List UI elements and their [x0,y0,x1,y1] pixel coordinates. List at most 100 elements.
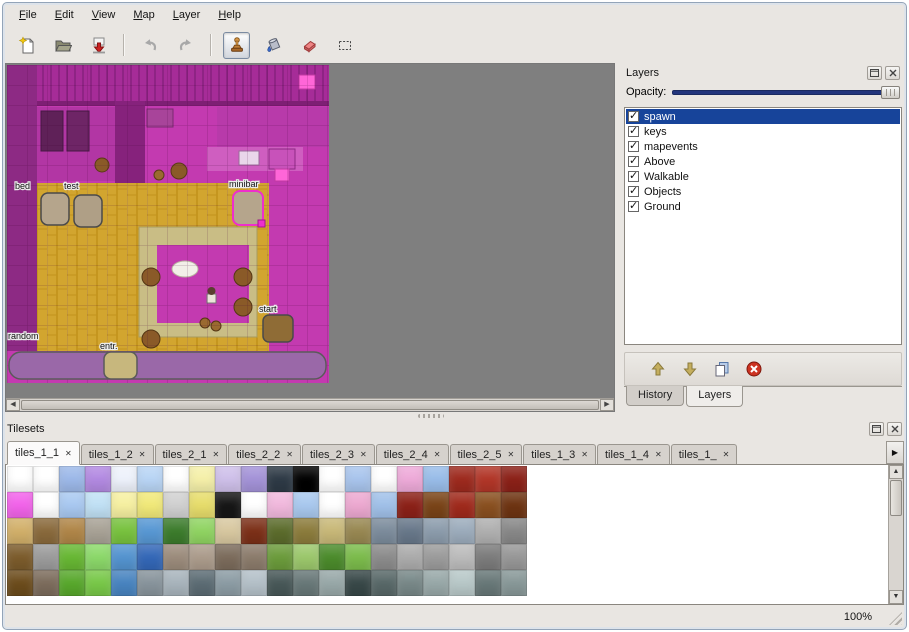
tileset-tile[interactable] [475,544,501,570]
tileset-tile[interactable] [293,466,319,492]
tileset-tile[interactable] [215,492,241,518]
resize-grip[interactable] [889,612,902,625]
layer-visibility-checkbox[interactable] [628,201,639,212]
menu-map[interactable]: Map [125,6,162,24]
tileset-tile[interactable] [267,570,293,596]
tileset-tab-tiles_2_3[interactable]: tiles_2_3✕ [302,444,375,464]
tileset-tile[interactable] [215,518,241,544]
tileset-tile[interactable] [345,544,371,570]
tileset-tile[interactable] [85,518,111,544]
tileset-vertical-scrollbar[interactable]: ▲ ▼ [888,465,903,604]
close-panel-button[interactable] [885,66,900,80]
tileset-tile[interactable] [293,492,319,518]
map-canvas[interactable]: bed test minibar start entr. random [7,65,329,383]
tileset-tile[interactable] [85,492,111,518]
scroll-up-icon[interactable]: ▲ [889,465,903,479]
tileset-tile[interactable] [397,570,423,596]
tileset-tile[interactable] [85,466,111,492]
tileset-tile[interactable] [423,544,449,570]
tileset-tile[interactable] [7,466,33,492]
tileset-tab-tiles_1_3[interactable]: tiles_1_3✕ [523,444,596,464]
tab-close-icon[interactable]: ✕ [139,450,146,459]
tileset-tile[interactable] [501,492,527,518]
tileset-tile[interactable] [111,492,137,518]
tileset-tile[interactable] [189,570,215,596]
layer-row-keys[interactable]: keys [626,124,900,139]
tileset-tab-tiles_1_2[interactable]: tiles_1_2✕ [81,444,154,464]
spawn-object-test[interactable] [74,195,102,227]
tileset-tile[interactable] [267,492,293,518]
tileset-tab-tiles_1_1[interactable]: tiles_1_1✕ [7,441,80,465]
spawn-object-start[interactable] [263,315,293,342]
tileset-tile[interactable] [345,466,371,492]
tileset-tab-tiles_2_5[interactable]: tiles_2_5✕ [450,444,523,464]
tileset-tile[interactable] [7,570,33,596]
tileset-tile[interactable] [475,492,501,518]
scroll-right-icon[interactable]: ▶ [600,399,614,411]
scrollbar-handle[interactable] [21,400,599,410]
tileset-tile[interactable] [111,570,137,596]
tileset-tab-tiles_2_2[interactable]: tiles_2_2✕ [228,444,301,464]
tileset-tile[interactable] [449,544,475,570]
tileset-tile[interactable] [319,570,345,596]
scrollbar-handle[interactable] [890,480,902,516]
tileset-tile[interactable] [345,570,371,596]
tileset-tab-tiles_2_4[interactable]: tiles_2_4✕ [376,444,449,464]
tileset-tile[interactable] [267,466,293,492]
layer-row-ground[interactable]: Ground [626,199,900,214]
tileset-tile[interactable] [137,544,163,570]
tileset-tile[interactable] [267,544,293,570]
tab-close-icon[interactable]: ✕ [723,450,730,459]
tileset-tile[interactable] [33,466,59,492]
tileset-tile[interactable] [241,492,267,518]
float-panel-button[interactable] [867,66,882,80]
layer-row-spawn[interactable]: spawn [626,109,900,124]
tileset-tile[interactable] [59,518,85,544]
tileset-tile[interactable] [449,570,475,596]
tileset-tile[interactable] [371,466,397,492]
tileset-tile[interactable] [319,466,345,492]
tileset-tile[interactable] [163,466,189,492]
tileset-tile[interactable] [449,518,475,544]
tileset-tile[interactable] [137,518,163,544]
spawn-object-entrance[interactable] [104,352,137,379]
tileset-tile[interactable] [111,518,137,544]
delete-layer-button[interactable] [743,358,765,380]
tileset-tile[interactable] [33,570,59,596]
tileset-tile[interactable] [59,544,85,570]
spawn-object-bed[interactable] [41,193,69,225]
tab-close-icon[interactable]: ✕ [655,450,662,459]
tab-history[interactable]: History [626,386,684,406]
save-map-button[interactable] [85,32,112,59]
tileset-tile[interactable] [111,544,137,570]
tileset-tile[interactable] [267,518,293,544]
tileset-tile[interactable] [397,544,423,570]
tileset-tile[interactable] [33,544,59,570]
layer-row-above[interactable]: Above [626,154,900,169]
fill-tool-button[interactable] [259,32,286,59]
tileset-tile[interactable] [501,518,527,544]
layer-visibility-checkbox[interactable] [628,126,639,137]
tileset-tile[interactable] [501,570,527,596]
opacity-slider-handle[interactable] [881,86,900,99]
layer-visibility-checkbox[interactable] [628,111,639,122]
close-panel-button[interactable] [887,422,902,436]
undo-button[interactable] [136,32,163,59]
tab-layers[interactable]: Layers [686,386,743,407]
opacity-slider[interactable] [672,85,900,100]
tileset-tile[interactable] [241,544,267,570]
new-map-button[interactable] [13,32,40,59]
menu-layer[interactable]: Layer [165,6,209,24]
tileset-tile[interactable] [33,518,59,544]
scroll-left-icon[interactable]: ◀ [6,399,20,411]
tileset-tile[interactable] [7,492,33,518]
tileset-tile[interactable] [293,570,319,596]
tab-close-icon[interactable]: ✕ [434,450,441,459]
layer-visibility-checkbox[interactable] [628,171,639,182]
tileset-tile[interactable] [189,518,215,544]
tileset-tile[interactable] [293,544,319,570]
tileset-tile[interactable] [449,466,475,492]
tileset-tile[interactable] [111,466,137,492]
tileset-tile[interactable] [423,518,449,544]
tileset-tile[interactable] [189,544,215,570]
